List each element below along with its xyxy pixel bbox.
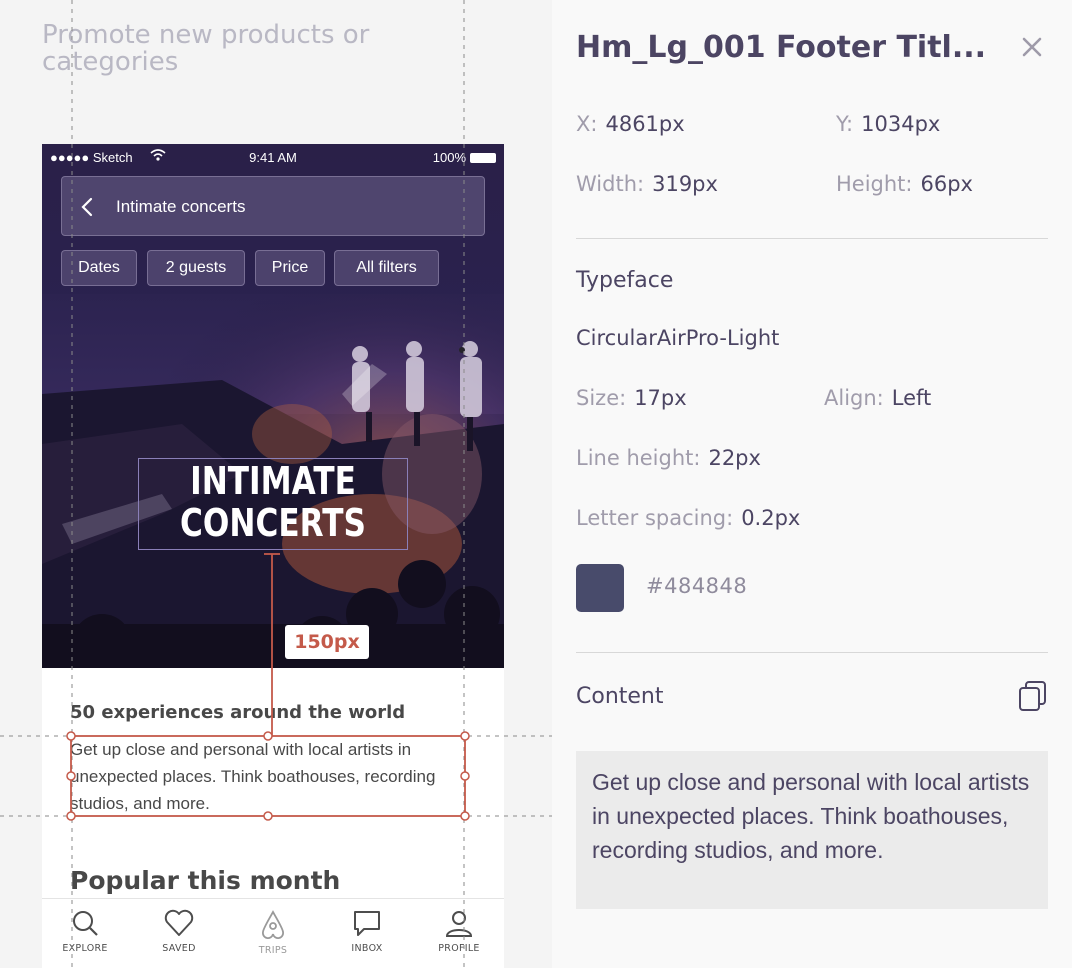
tab-saved[interactable]: SAVED xyxy=(144,909,214,954)
tab-label-saved: SAVED xyxy=(162,943,196,954)
divider xyxy=(576,238,1048,239)
hero-title: INTIMATE CONCERTS xyxy=(162,460,383,544)
color-swatch[interactable] xyxy=(576,564,624,612)
content-text-box[interactable]: Get up close and personal with local art… xyxy=(576,751,1048,909)
hero-image[interactable]: ●●●●● Sketch 9:41 AM 100% Intimate conce… xyxy=(42,144,504,668)
filter-dates[interactable]: Dates xyxy=(61,250,137,286)
tab-profile[interactable]: PROFILE xyxy=(424,909,494,954)
prop-width: Width: 319px xyxy=(576,172,718,196)
filter-guests[interactable]: 2 guests xyxy=(147,250,245,286)
content-section-title: Content xyxy=(576,684,664,709)
search-query: Intimate concerts xyxy=(116,197,246,216)
distance-measurement-label: 150px xyxy=(285,625,369,659)
prop-letter-spacing-label: Letter spacing: xyxy=(576,506,734,530)
popular-heading: Popular this month xyxy=(70,866,341,895)
section-description[interactable]: Get up close and personal with local art… xyxy=(70,736,470,817)
typeface-section-title: Typeface xyxy=(576,268,674,293)
tab-trips[interactable]: TRIPS xyxy=(238,909,308,956)
color-hex-value[interactable]: #484848 xyxy=(646,574,747,598)
section-heading: 50 experiences around the world xyxy=(70,702,406,723)
prop-font-size-value[interactable]: 17px xyxy=(634,386,686,410)
battery-percent: 100% xyxy=(432,150,466,165)
prop-height: Height: 66px xyxy=(836,172,973,196)
copy-icon[interactable] xyxy=(1018,680,1048,716)
prop-font-size: Size: 17px xyxy=(576,386,687,410)
prop-line-height-label: Line height: xyxy=(576,446,701,470)
search-bar[interactable]: Intimate concerts xyxy=(61,176,485,236)
prop-letter-spacing: Letter spacing: 0.2px xyxy=(576,506,800,530)
heart-icon xyxy=(164,909,194,936)
hero-title-line-2: CONCERTS xyxy=(180,501,366,545)
layer-name: Hm_Lg_001 Footer Titl... xyxy=(576,30,987,65)
status-battery: 100% xyxy=(433,150,496,165)
prop-x-label: X: xyxy=(576,112,598,136)
prop-line-height: Line height: 22px xyxy=(576,446,761,470)
prop-y-value[interactable]: 1034px xyxy=(861,112,940,136)
search-icon xyxy=(73,911,98,936)
prop-align: Align: Left xyxy=(824,386,931,410)
profile-icon xyxy=(445,911,473,937)
tab-label-inbox: INBOX xyxy=(351,943,383,954)
prop-align-value[interactable]: Left xyxy=(892,386,932,410)
chat-icon xyxy=(354,911,380,936)
prop-width-value[interactable]: 319px xyxy=(652,172,718,196)
inspector-panel: Hm_Lg_001 Footer Titl... X: 4861px Y: 1034… xyxy=(552,0,1072,968)
divider xyxy=(576,652,1048,653)
hero-title-line-1: INTIMATE xyxy=(190,459,356,503)
tab-label-trips: TRIPS xyxy=(258,945,288,956)
tab-explore[interactable]: EXPLORE xyxy=(50,909,120,954)
airbnb-logo-icon xyxy=(262,910,284,939)
tab-label-explore: EXPLORE xyxy=(62,943,108,954)
battery-icon xyxy=(470,152,496,163)
artboard-title: Promote new products or categories xyxy=(42,20,370,77)
tab-label-profile: PROFILE xyxy=(438,943,480,954)
back-chevron-icon[interactable] xyxy=(80,197,94,221)
prop-line-height-value[interactable]: 22px xyxy=(708,446,760,470)
prop-x-value[interactable]: 4861px xyxy=(605,112,684,136)
tab-bar: EXPLORE SAVED TRIPS INBOX PROFILE xyxy=(42,898,504,968)
close-button[interactable] xyxy=(1018,33,1046,61)
filter-price[interactable]: Price xyxy=(255,250,325,286)
filter-all[interactable]: All filters xyxy=(334,250,439,286)
phone-artboard[interactable]: ●●●●● Sketch 9:41 AM 100% Intimate conce… xyxy=(42,144,504,968)
prop-font-size-label: Size: xyxy=(576,386,627,410)
prop-y-label: Y: xyxy=(836,112,854,136)
prop-y: Y: 1034px xyxy=(836,112,940,136)
tab-inbox[interactable]: INBOX xyxy=(332,909,402,954)
prop-x: X: 4861px xyxy=(576,112,685,136)
prop-letter-spacing-value[interactable]: 0.2px xyxy=(741,506,800,530)
prop-height-value[interactable]: 66px xyxy=(921,172,973,196)
prop-align-label: Align: xyxy=(824,386,884,410)
typeface-name[interactable]: CircularAirPro-Light xyxy=(576,326,779,350)
status-bar: ●●●●● Sketch 9:41 AM 100% xyxy=(42,144,504,172)
prop-width-label: Width: xyxy=(576,172,645,196)
prop-height-label: Height: xyxy=(836,172,913,196)
close-icon xyxy=(1022,37,1042,57)
design-canvas[interactable]: Promote new products or categories ●●●●●… xyxy=(0,0,552,968)
